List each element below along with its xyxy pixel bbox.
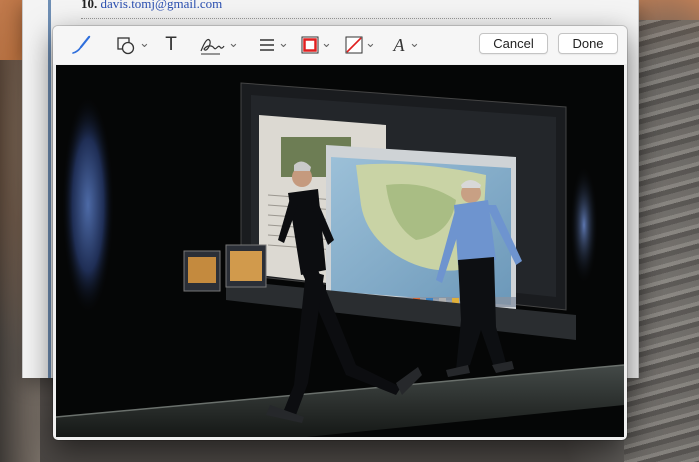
mail-body-line-obscured bbox=[81, 18, 551, 26]
chevron-down-icon bbox=[365, 39, 376, 52]
pen-icon bbox=[72, 35, 91, 54]
text-style-tool[interactable]: A bbox=[391, 33, 420, 57]
text-icon: T bbox=[165, 34, 177, 55]
markup-toolbar: T bbox=[53, 26, 627, 64]
email-link[interactable]: davis.tomj@gmail.com bbox=[101, 0, 223, 11]
sign-tool[interactable] bbox=[198, 33, 239, 57]
markup-sheet: T bbox=[53, 26, 627, 440]
chevron-down-icon bbox=[321, 39, 332, 52]
sketch-tool[interactable] bbox=[69, 33, 93, 57]
quote-bar bbox=[48, 0, 51, 378]
keynote-stage-photo bbox=[56, 65, 624, 437]
line-style-icon bbox=[260, 39, 274, 51]
line-style-tool[interactable] bbox=[258, 33, 289, 57]
chevron-down-icon bbox=[409, 39, 420, 52]
text-style-icon: A bbox=[393, 34, 405, 55]
chevron-down-icon bbox=[278, 39, 289, 52]
shapes-tool[interactable] bbox=[115, 33, 150, 57]
list-number: 10. bbox=[81, 0, 98, 11]
chevron-down-icon bbox=[228, 39, 239, 52]
shapes-icon bbox=[117, 37, 135, 55]
border-color-tool[interactable] bbox=[301, 33, 332, 57]
border-color-icon bbox=[301, 36, 319, 54]
done-button[interactable]: Done bbox=[558, 33, 618, 54]
image-canvas[interactable] bbox=[56, 65, 624, 437]
chevron-down-icon bbox=[139, 39, 150, 52]
fill-color-tool[interactable] bbox=[345, 33, 376, 57]
cancel-button[interactable]: Cancel bbox=[479, 33, 548, 54]
mail-body-line: 10. davis.tomj@gmail.com bbox=[81, 0, 222, 12]
fill-color-icon bbox=[345, 36, 363, 54]
text-tool[interactable]: T bbox=[161, 33, 181, 57]
signature-icon bbox=[200, 38, 225, 55]
